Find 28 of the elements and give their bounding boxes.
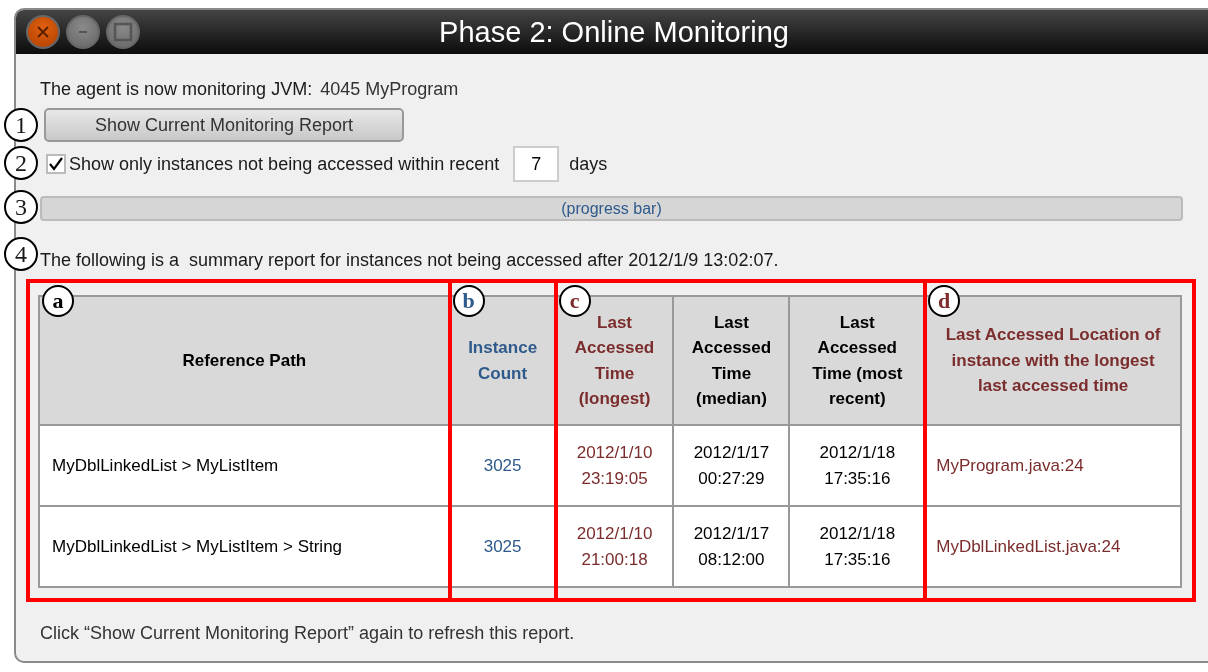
checkbox[interactable] xyxy=(46,154,66,174)
close-button[interactable] xyxy=(26,15,60,49)
minimize-button[interactable] xyxy=(66,15,100,49)
annotation-marker: c xyxy=(558,285,591,317)
footer-text: Click “Show Current Monitoring Report” again to refresh this report. xyxy=(40,622,576,645)
unit-label: days xyxy=(569,152,608,176)
days-input[interactable]: 7 xyxy=(513,146,560,182)
annotation-marker: 2 xyxy=(4,146,38,180)
annotation-marker: 1 xyxy=(4,108,38,142)
window-title: Phase 2: Online Monitoring xyxy=(438,15,790,50)
annotation-marker: d xyxy=(928,285,961,317)
x-icon xyxy=(36,25,50,39)
annotation-marker: b xyxy=(452,285,485,317)
show-report-button[interactable]: Show Current Monitoring Report xyxy=(44,108,404,142)
table-cell: 2012/1/17 08:12:00 xyxy=(673,506,790,587)
maximize-button[interactable] xyxy=(106,15,140,49)
annotation-marker: 4 xyxy=(4,237,38,271)
column-header: Last Accessed Time (most recent) xyxy=(789,296,926,425)
minus-icon xyxy=(78,30,88,34)
checkbox-label: Show only instances not being accessed within recent xyxy=(69,152,500,176)
column-header: Last Accessed Time (median) xyxy=(673,296,790,425)
jvm-value: 4045 MyProgram xyxy=(320,78,459,100)
table-cell: 2012/1/17 00:27:29 xyxy=(673,425,790,506)
annotation-marker: 3 xyxy=(4,190,38,224)
summary-text: The following is a summary report for instances not being accessed after 2012/1/9 13:02:07. xyxy=(40,250,779,270)
square-icon xyxy=(113,22,133,42)
annotation-marker: a xyxy=(42,285,74,317)
status-label: The agent is now monitoring JVM: xyxy=(40,78,313,100)
